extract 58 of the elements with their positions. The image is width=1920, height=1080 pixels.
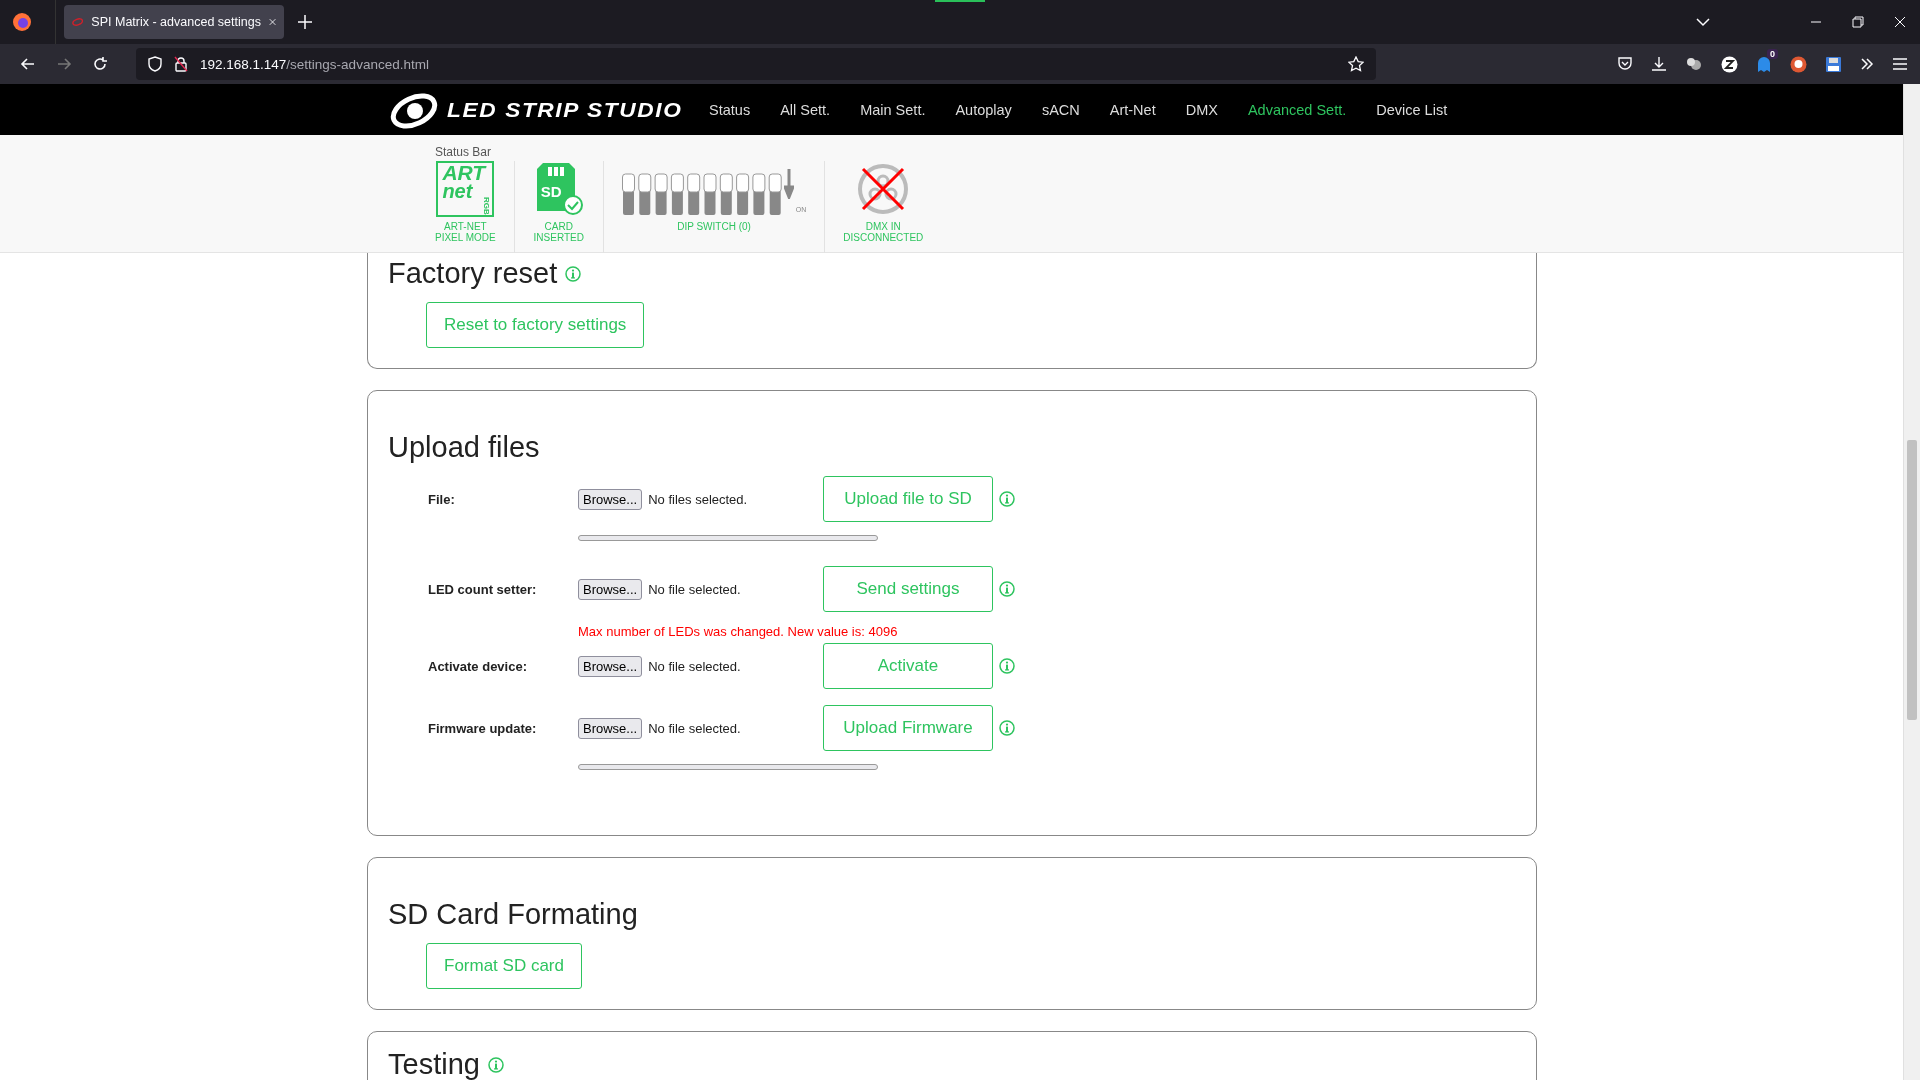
forward-icon[interactable] <box>56 56 72 72</box>
status-caption: ART-NET PIXEL MODE <box>435 221 496 243</box>
status-message: Max number of LEDs was changed. New value is: 4096 <box>577 624 899 639</box>
pocket-icon[interactable] <box>1617 56 1633 72</box>
lock-icon[interactable] <box>174 56 188 72</box>
restore-icon[interactable] <box>1852 16 1864 28</box>
shield-icon[interactable] <box>148 56 162 72</box>
extension-icon[interactable] <box>1685 56 1703 72</box>
browse-button[interactable]: Browse... <box>578 717 643 739</box>
star-icon[interactable] <box>1348 56 1364 72</box>
url-text[interactable]: 192.168.1.147/settings-advanced.html <box>200 56 429 72</box>
browser-logo-icon[interactable] <box>12 12 32 32</box>
nav-link[interactable]: sACN <box>1041 101 1080 118</box>
status-caption: CARD INSERTED <box>533 221 584 243</box>
section-title: Factory reset <box>388 257 558 290</box>
chevrons-icon[interactable] <box>1860 57 1874 71</box>
arrow-down-icon <box>783 169 794 199</box>
duck-icon[interactable] <box>1790 55 1807 73</box>
nav-link[interactable]: DMX <box>1185 101 1218 118</box>
browse-button[interactable]: Browse... <box>578 655 643 677</box>
browse-button[interactable]: Browse... <box>578 488 643 510</box>
field-label: File: <box>428 491 456 507</box>
scrollbar[interactable] <box>1903 84 1920 1080</box>
status-caption: DMX IN DISCONNECTED <box>843 221 924 243</box>
browser-tab[interactable]: SPI Matrix - advanced settings <box>64 5 284 39</box>
status-bar-title: Status Bar <box>435 145 493 159</box>
nav-link[interactable]: Status <box>709 101 751 118</box>
art-net-logo: ART net RGB <box>436 161 495 217</box>
new-tab-icon[interactable] <box>298 15 312 29</box>
file-status: No files selected. <box>648 491 748 507</box>
notification-badge: 0 <box>1767 49 1778 59</box>
nav-link[interactable]: Art-Net <box>1109 101 1156 118</box>
close-icon[interactable] <box>1894 16 1906 28</box>
section-title: Testing <box>388 1048 480 1080</box>
nav-link[interactable]: All Sett. <box>780 101 831 118</box>
section-title: Upload files <box>388 431 540 464</box>
menu-icon[interactable] <box>1892 57 1908 71</box>
back-icon[interactable] <box>20 56 36 72</box>
field-label: LED count setter: <box>428 581 538 597</box>
field-label: Firmware update: <box>428 720 538 736</box>
nav-link[interactable]: Autoplay <box>955 101 1012 118</box>
field-label: Activate device: <box>428 658 528 674</box>
nav-link[interactable]: Device List <box>1376 101 1448 118</box>
extension-icon[interactable] <box>1721 55 1738 73</box>
file-status: No file selected. <box>648 581 741 597</box>
chevron-down-icon[interactable] <box>1696 17 1710 27</box>
site-icon <box>72 16 84 28</box>
download-icon[interactable] <box>1651 56 1667 72</box>
nav-link[interactable]: Main Sett. <box>860 101 926 118</box>
section-title: SD Card Formating <box>388 898 638 931</box>
reload-icon[interactable] <box>92 56 108 72</box>
ghost-icon[interactable] <box>1756 55 1772 73</box>
logo-text: LED STRIP STUDIO <box>447 97 683 122</box>
file-status: No file selected. <box>648 658 741 674</box>
browse-button[interactable]: Browse... <box>578 578 643 600</box>
file-status: No file selected. <box>648 720 741 736</box>
status-caption: DIP SWITCH (0) <box>677 221 751 232</box>
nav-link[interactable]: Advanced Sett. <box>1247 101 1347 118</box>
